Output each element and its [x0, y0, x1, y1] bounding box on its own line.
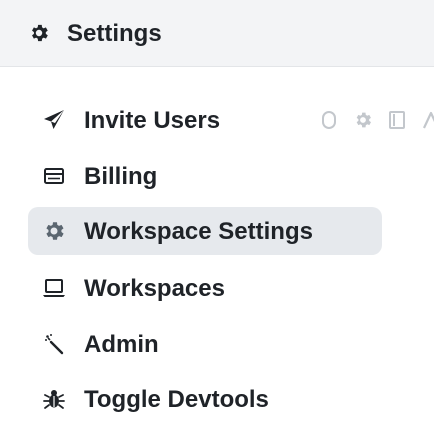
- gear-icon: [42, 219, 66, 243]
- menu-item-label: Billing: [84, 163, 158, 190]
- card-faint-icon: [386, 109, 408, 131]
- menu-item-admin[interactable]: Admin: [28, 320, 382, 368]
- laptop-icon: [42, 276, 66, 300]
- menu-item-workspaces[interactable]: Workspaces: [28, 264, 382, 312]
- settings-header: Settings: [0, 0, 434, 67]
- menu-item-billing[interactable]: Billing: [28, 152, 382, 200]
- menu-item-label: Invite Users: [84, 107, 221, 134]
- menu-item-toggle-devtools[interactable]: Toggle Devtools: [28, 375, 382, 423]
- page-title: Settings: [67, 20, 162, 47]
- menu-item-label: Workspaces: [84, 275, 225, 302]
- menu-item-invite-users[interactable]: Invite Users: [28, 96, 382, 144]
- menu-item-label: Toggle Devtools: [84, 386, 269, 413]
- menu-item-workspace-settings[interactable]: Workspace Settings: [28, 207, 382, 255]
- wand-icon: [42, 332, 66, 356]
- menu-item-label: Admin: [84, 331, 159, 358]
- bug-icon: [42, 387, 66, 411]
- gear-icon: [28, 22, 50, 44]
- paper-plane-icon: [42, 108, 66, 132]
- menu-item-label: Workspace Settings: [84, 218, 313, 245]
- wand-faint-icon: [420, 109, 434, 131]
- credit-card-icon: [42, 164, 66, 188]
